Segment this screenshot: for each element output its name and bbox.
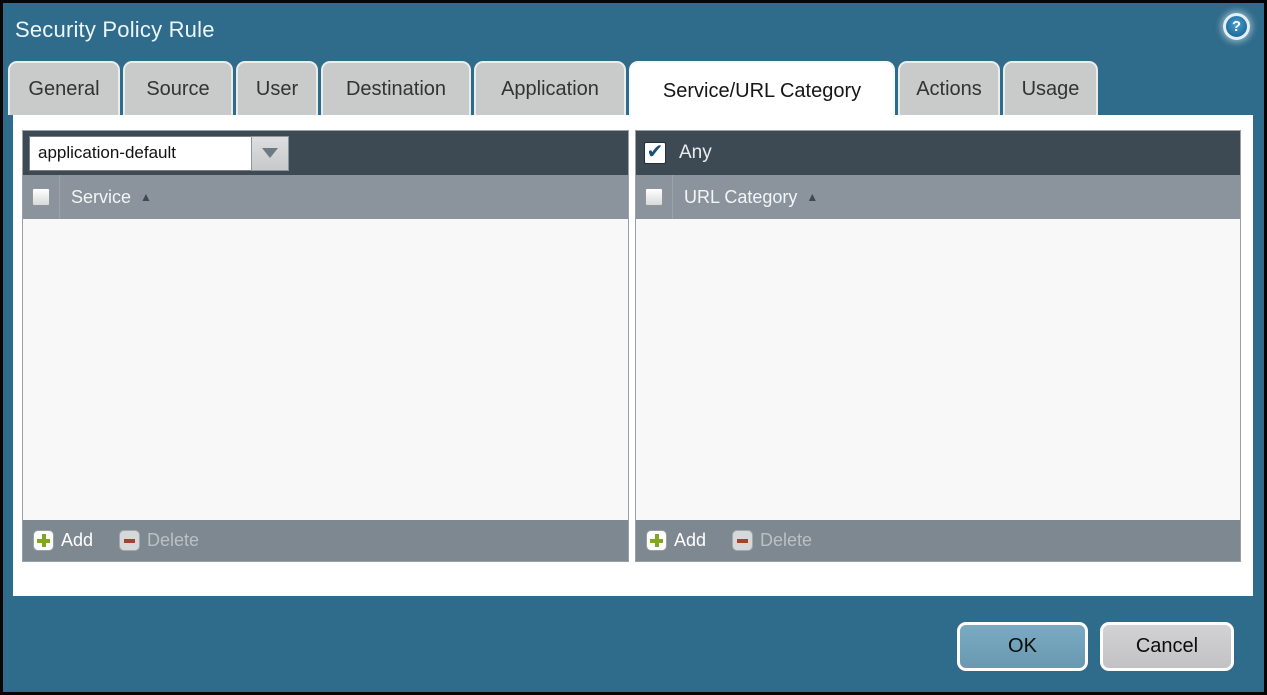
url-category-any-bar: ✔ Any — [636, 131, 1240, 175]
tab-source[interactable]: Source — [123, 61, 233, 115]
minus-icon — [119, 530, 140, 551]
tab-actions[interactable]: Actions — [898, 61, 1000, 115]
plus-icon — [33, 530, 54, 551]
url-category-column-header: ✔ URL Category ▲ — [636, 175, 1240, 219]
service-add-button[interactable]: Add — [33, 530, 93, 551]
delete-label: Delete — [147, 530, 199, 551]
service-select-all-checkbox[interactable]: ✔ — [32, 188, 50, 206]
tab-usage[interactable]: Usage — [1003, 61, 1098, 115]
tab-user[interactable]: User — [236, 61, 318, 115]
service-toolbar: Add Delete — [23, 520, 628, 561]
service-type-input[interactable] — [29, 136, 251, 171]
service-type-dropdown-button[interactable] — [251, 136, 289, 171]
cancel-button[interactable]: Cancel — [1100, 622, 1234, 671]
service-dropdown-bar — [23, 131, 628, 175]
service-delete-button[interactable]: Delete — [119, 530, 199, 551]
delete-label: Delete — [760, 530, 812, 551]
tab-content: ✔ Service ▲ Add Delete ✔ Any — [13, 115, 1253, 596]
service-select-all-cell: ✔ — [23, 175, 60, 219]
minus-icon — [732, 530, 753, 551]
url-category-select-all-cell: ✔ — [636, 175, 673, 219]
tab-destination[interactable]: Destination — [321, 61, 471, 115]
any-checkbox[interactable]: ✔ — [644, 142, 666, 164]
sort-asc-icon: ▲ — [140, 190, 152, 204]
security-policy-rule-dialog: Security Policy Rule ? General Source Us… — [0, 0, 1267, 695]
ok-button[interactable]: OK — [957, 622, 1088, 671]
service-column-label[interactable]: Service — [71, 187, 131, 208]
service-type-dropdown — [29, 136, 289, 171]
dialog-title: Security Policy Rule — [15, 17, 215, 43]
tab-application[interactable]: Application — [474, 61, 626, 115]
title-bar: Security Policy Rule ? — [3, 3, 1264, 61]
chevron-down-icon — [262, 148, 278, 158]
url-category-panel: ✔ Any ✔ URL Category ▲ Add Delete — [635, 130, 1241, 562]
any-checkbox-label: Any — [679, 142, 712, 164]
url-category-list — [636, 219, 1240, 520]
url-category-delete-button[interactable]: Delete — [732, 530, 812, 551]
url-category-add-button[interactable]: Add — [646, 530, 706, 551]
sort-asc-icon: ▲ — [806, 190, 818, 204]
service-panel: ✔ Service ▲ Add Delete — [22, 130, 629, 562]
add-label: Add — [61, 530, 93, 551]
plus-icon — [646, 530, 667, 551]
help-icon[interactable]: ? — [1223, 13, 1250, 40]
add-label: Add — [674, 530, 706, 551]
tab-bar: General Source User Destination Applicat… — [8, 61, 1098, 115]
url-category-select-all-checkbox[interactable]: ✔ — [645, 188, 663, 206]
service-list — [23, 219, 628, 520]
tab-general[interactable]: General — [8, 61, 120, 115]
url-category-column-label[interactable]: URL Category — [684, 187, 797, 208]
check-icon: ✔ — [647, 142, 664, 162]
service-column-header: ✔ Service ▲ — [23, 175, 628, 219]
tab-service-url-category[interactable]: Service/URL Category — [629, 61, 895, 119]
url-category-toolbar: Add Delete — [636, 520, 1240, 561]
